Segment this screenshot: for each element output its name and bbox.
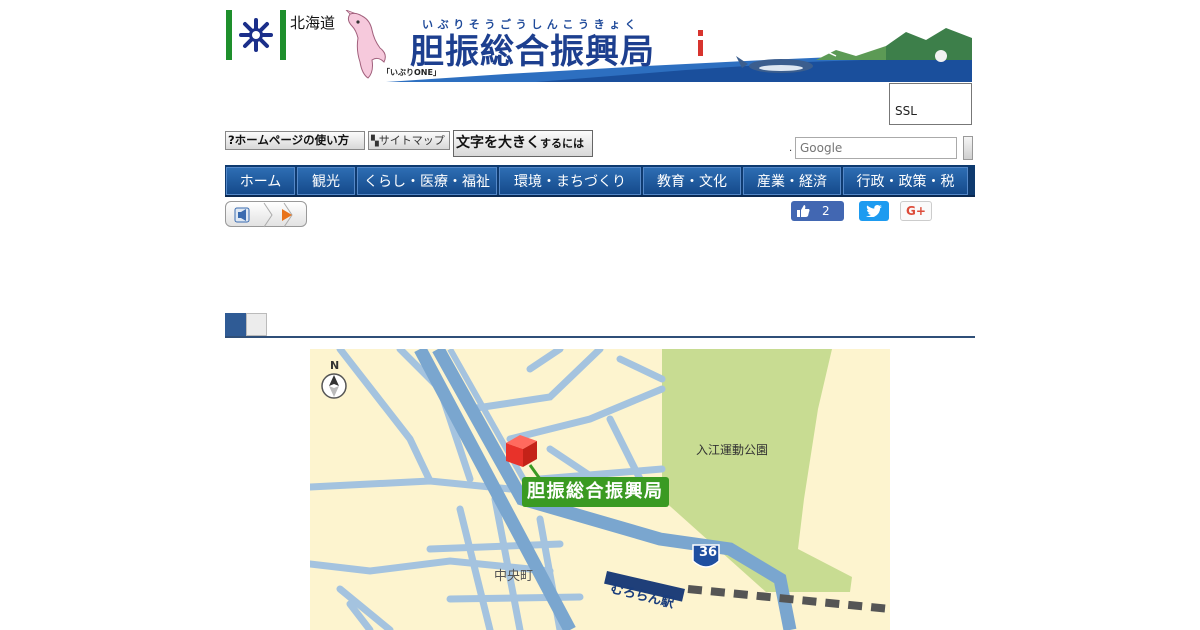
header-banner[interactable]: 北海道 「いぶりONE」 いぶりそうごうしんこうきょく 胆振総合振興局 <box>226 10 972 82</box>
section-marker-secondary <box>246 313 267 336</box>
nav-item-tourism[interactable]: 観光 <box>297 167 355 195</box>
town-label: 中央町 <box>494 569 534 584</box>
route-number-label: 36 <box>698 545 718 560</box>
page: 北海道 「いぶりONE」 いぶりそうごうしんこうきょく 胆振総合振興局 SSL … <box>0 0 1200 630</box>
read-aloud-button[interactable] <box>225 201 307 228</box>
twitter-bird-icon <box>866 205 882 217</box>
park-label: 入江運動公園 <box>696 443 769 457</box>
nav-item-education[interactable]: 教育・文化 <box>643 167 741 195</box>
facebook-like-button[interactable]: 2 <box>791 201 844 221</box>
like-count: 2 <box>822 204 830 218</box>
thumbs-up-icon <box>797 205 810 217</box>
bigger-text-button[interactable]: 文字を大きくするには <box>453 130 593 157</box>
sitemap-icon: ▚ <box>371 136 379 147</box>
bigger-text-label: 文字を大きく <box>456 135 540 151</box>
section-marker <box>225 313 246 336</box>
sitemap-button[interactable]: ▚サイトマップ <box>368 131 450 150</box>
twitter-button[interactable] <box>859 201 889 221</box>
nav-item-home[interactable]: ホーム <box>226 167 295 195</box>
speaker-play-icon <box>234 202 293 228</box>
nav-item-industry[interactable]: 産業・経済 <box>743 167 841 195</box>
ssl-seal[interactable]: SSL <box>889 83 972 125</box>
access-map[interactable]: N 入江運動公園 中央町 むろらん駅 36 胆振総合振興局 <box>310 349 890 630</box>
compass-north-label: N <box>330 359 340 372</box>
global-nav: ホーム 観光 くらし・医療・福祉 環境・まちづくり 教育・文化 産業・経済 行政… <box>225 165 975 197</box>
google-plus-button[interactable]: G+ <box>900 201 932 221</box>
prefecture-name: 北海道 <box>290 14 336 32</box>
nav-item-administration[interactable]: 行政・政策・税 <box>843 167 968 195</box>
nav-item-living[interactable]: くらし・医療・福祉 <box>357 167 497 195</box>
search-prefix: . <box>789 143 793 154</box>
search-button[interactable] <box>963 136 973 160</box>
nav-item-environment[interactable]: 環境・まちづくり <box>499 167 641 195</box>
office-location-label: 胆振総合振興局 <box>522 477 669 507</box>
how-to-use-button[interactable]: ?ホームページの使い方 <box>225 131 365 150</box>
section-divider <box>225 336 975 338</box>
hokkaido-emblem-icon <box>226 10 286 60</box>
bigger-text-suffix: するには <box>540 137 584 150</box>
search-input[interactable] <box>795 137 957 159</box>
page-title: 胆振総合振興局 <box>410 32 655 72</box>
sitemap-label: サイトマップ <box>378 134 445 147</box>
